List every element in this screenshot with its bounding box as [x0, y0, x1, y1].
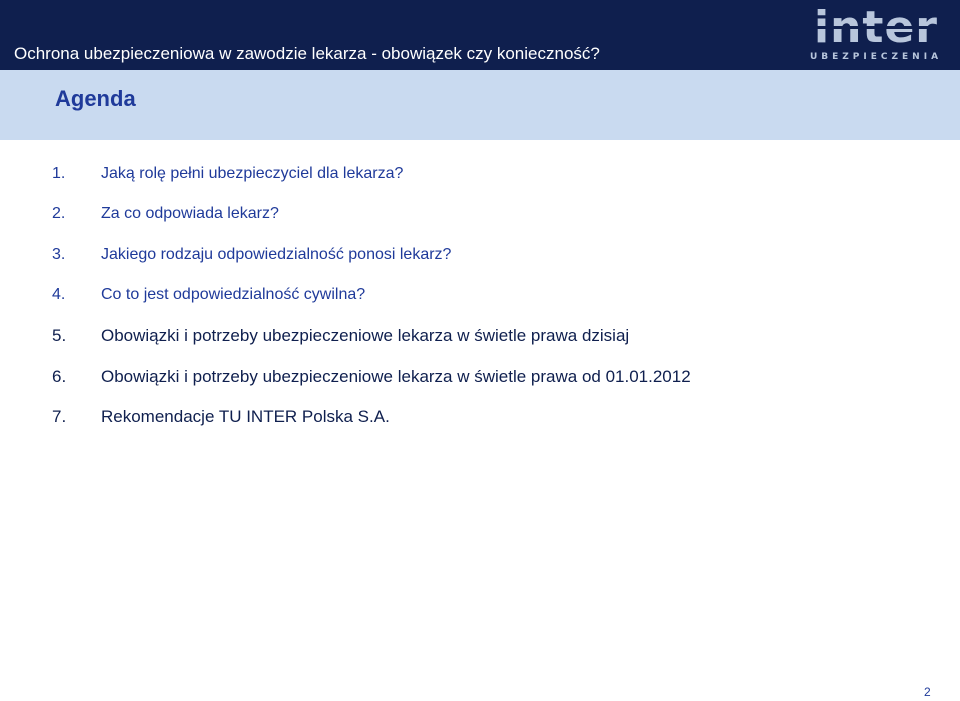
agenda-item: 4. Co to jest odpowiedzialność cywilna?	[52, 286, 365, 304]
agenda-band	[0, 70, 960, 140]
agenda-item-number: 7.	[52, 407, 67, 426]
agenda-item: 2. Za co odpowiada lekarz?	[52, 205, 279, 223]
agenda-item: 7. Rekomendacje TU INTER Polska S.A.	[52, 407, 390, 427]
agenda-item-text: Co to jest odpowiedzialność cywilna?	[101, 286, 366, 303]
agenda-item-number: 3.	[52, 246, 66, 263]
inter-logo: inter UBEZPIECZENIA	[806, 2, 946, 66]
agenda-item-text: Za co odpowiada lekarz?	[101, 205, 279, 222]
presentation-title: Ochrona ubezpieczeniowa w zawodzie lekar…	[14, 44, 600, 63]
agenda-item-number: 5.	[52, 326, 67, 345]
agenda-heading: Agenda	[55, 86, 136, 111]
page-number: 2	[924, 685, 931, 699]
agenda-item-number: 2.	[52, 205, 66, 222]
agenda-item-text: Obowiązki i potrzeby ubezpieczeniowe lek…	[101, 326, 630, 345]
logo-subtitle: UBEZPIECZENIA	[809, 52, 943, 62]
agenda-item: 1. Jaką rolę pełni ubezpieczyciel dla lek…	[52, 165, 403, 183]
agenda-item-number: 4.	[52, 286, 66, 303]
agenda-item-text: Obowiązki i potrzeby ubezpieczeniowe lek…	[101, 367, 691, 386]
agenda-item-text: Rekomendacje TU INTER Polska S.A.	[101, 407, 390, 426]
agenda-item-number: 1.	[52, 165, 66, 182]
logo-wordmark: inter	[806, 2, 946, 54]
agenda-item-text: Jaką rolę pełni ubezpieczyciel dla lekar…	[101, 165, 404, 182]
agenda-item: 6. Obowiązki i potrzeby ubezpieczeniowe l…	[52, 367, 691, 387]
header-bar: Ochrona ubezpieczeniowa w zawodzie lekar…	[0, 0, 960, 70]
agenda-item-text: Jakiego rodzaju odpowiedzialność ponosi …	[101, 246, 452, 263]
agenda-item-number: 6.	[52, 367, 67, 386]
agenda-item: 3. Jakiego rodzaju odpowiedzialność ponos…	[52, 246, 451, 264]
agenda-item: 5. Obowiązki i potrzeby ubezpieczeniowe l…	[52, 326, 629, 346]
